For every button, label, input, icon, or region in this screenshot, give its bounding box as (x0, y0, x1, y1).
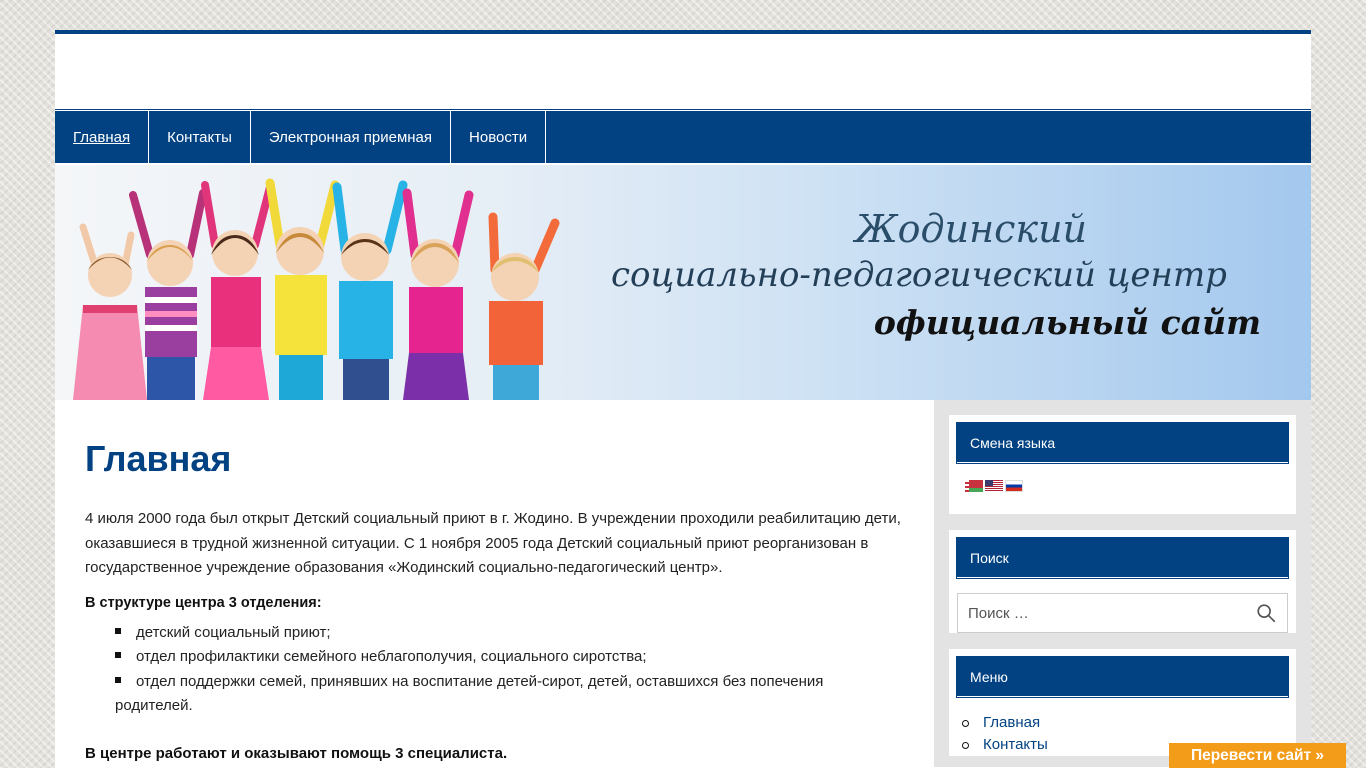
search-box (957, 593, 1288, 633)
translate-site-button[interactable]: Перевести сайт » (1169, 743, 1346, 768)
main-content: Главная 4 июля 2000 года был открыт Детс… (55, 400, 934, 767)
russia-flag-icon[interactable] (1005, 480, 1023, 492)
header-banner: Жодинский социально-педагогический центр… (55, 165, 1311, 400)
search-icon[interactable] (1255, 602, 1277, 624)
menu-widget: Меню Главная Контакты (949, 649, 1296, 756)
list-item: отдел профилактики семейного неблагополу… (115, 645, 904, 670)
list-item: детский социальный приют; (115, 621, 904, 646)
child-4 (265, 178, 340, 400)
child-1 (73, 223, 147, 400)
page-title: Главная (85, 438, 232, 479)
intro-paragraph: 4 июля 2000 года был открыт Детский соци… (85, 510, 901, 576)
structure-heading: В структуре центра 3 отделения: (85, 594, 322, 611)
banner-title: Жодинский социально-педагогический центр… (561, 207, 1261, 342)
nav-item-news[interactable]: Новости (451, 111, 547, 163)
search-input[interactable] (968, 604, 1255, 622)
content-area: Главная 4 июля 2000 года был открыт Детс… (55, 400, 1311, 767)
banner-title-line3: официальный сайт (873, 303, 1261, 342)
sidebar: Смена языка Поиск Меню (934, 400, 1311, 767)
circle-bullet-icon (962, 719, 969, 727)
main-navigation: Главная Контакты Электронная приемная Но… (55, 111, 1311, 164)
usa-flag-icon[interactable] (985, 480, 1003, 492)
language-widget: Смена языка (949, 415, 1296, 514)
bullet-icon (115, 627, 121, 634)
banner-title-line1: Жодинский (854, 207, 1088, 251)
language-widget-title: Смена языка (956, 422, 1289, 464)
child-5 (332, 180, 408, 400)
circle-bullet-icon (962, 741, 969, 749)
nav-item-contacts[interactable]: Контакты (149, 111, 251, 163)
bullet-icon (115, 676, 121, 683)
list-item: отдел поддержки семей, принявших на восп… (115, 672, 824, 714)
page-container: Главная Контакты Электронная приемная Но… (55, 30, 1311, 768)
language-flags (957, 463, 1288, 514)
children-illustration (73, 178, 560, 400)
search-widget-title: Поиск (956, 537, 1289, 579)
search-widget: Поиск (949, 530, 1296, 633)
specialists-heading: В центре работают и оказывают помощь 3 с… (85, 744, 508, 762)
belarus-flag-icon[interactable] (965, 480, 983, 492)
nav-item-e-reception[interactable]: Электронная приемная (251, 111, 452, 163)
banner-title-line2: социально-педагогический центр (611, 255, 1227, 295)
child-6 (402, 188, 474, 400)
header-area (55, 34, 1311, 110)
nav-item-home[interactable]: Главная (55, 111, 150, 163)
sidebar-item-home[interactable]: Главная (962, 712, 1288, 734)
menu-widget-title: Меню (956, 656, 1289, 698)
bullet-icon (115, 652, 121, 659)
child-7 (488, 212, 560, 400)
departments-list: детский социальный приют; отдел профилак… (85, 621, 904, 719)
child-3 (201, 181, 274, 400)
